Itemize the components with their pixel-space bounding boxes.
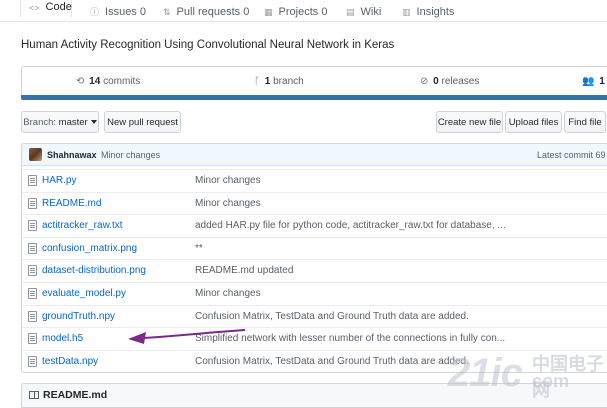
people-icon: 👥 — [582, 76, 595, 87]
numbers-summary: ⟲ 14 commits ᚴ 1 branch ⊘ 0 releases 👥 1… — [21, 66, 607, 96]
code-icon: <> — [29, 3, 40, 13]
upload-files-button[interactable]: Upload files — [505, 111, 562, 133]
file-commit-message[interactable]: Minor changes — [195, 198, 261, 209]
file-icon — [28, 175, 37, 186]
contributors-count: 1 — [599, 76, 605, 87]
branches-link[interactable]: ᚴ 1 branch — [254, 76, 304, 87]
file-table: Shahnawax Minor changes Latest commit 69… — [21, 143, 607, 373]
contributors-link[interactable]: 👥 1 c — [582, 76, 607, 87]
tab-insights-label: Insights — [416, 6, 455, 18]
file-commit-message[interactable]: added HAR.py file for python code, actit… — [195, 220, 506, 231]
file-icon — [28, 220, 37, 232]
tab-pull-requests-label: Pull requests — [176, 6, 241, 18]
latest-commit-label[interactable]: Latest commit 69 — [537, 150, 606, 160]
history-icon: ⟲ — [76, 76, 85, 87]
file-name[interactable]: HAR.py — [42, 175, 76, 186]
file-row: model.h5 Simplified network with lesser … — [22, 327, 607, 350]
file-name[interactable]: dataset-distribution.png — [42, 265, 146, 276]
readme-title[interactable]: README.md — [43, 389, 107, 401]
tab-insights[interactable]: ▥ Insights — [402, 0, 454, 22]
commits-link[interactable]: ⟲ 14 commits — [76, 76, 140, 87]
commits-label: commits — [103, 76, 141, 87]
tab-code[interactable]: <> Code — [20, 0, 72, 18]
pull-request-icon: ⇅ — [163, 7, 171, 17]
file-row: README.md Minor changes — [22, 191, 607, 215]
file-icon — [28, 288, 37, 299]
file-name[interactable]: groundTruth.npy — [42, 311, 115, 322]
project-icon: ▦ — [264, 7, 273, 17]
commit-author[interactable]: Shahnawax — [47, 150, 97, 160]
file-name[interactable]: confusion_matrix.png — [42, 243, 137, 254]
issue-icon: ⓘ — [90, 7, 100, 17]
file-icon — [28, 265, 37, 277]
new-pull-request-button[interactable]: New pull request — [104, 111, 181, 133]
file-name[interactable]: model.h5 — [42, 333, 83, 344]
branch-name: master — [58, 116, 88, 128]
commits-count: 14 — [89, 76, 101, 87]
tab-code-label: Code — [45, 1, 72, 13]
file-row: testData.npy Confusion Matrix, TestData … — [22, 349, 607, 372]
file-commit-message[interactable]: README.md updated — [195, 265, 293, 276]
file-icon — [28, 197, 37, 209]
caret-down-icon — [90, 120, 97, 124]
repo-description: Human Activity Recognition Using Convolu… — [21, 39, 395, 51]
file-row: actitracker_raw.txt added HAR.py file fo… — [22, 214, 607, 237]
releases-count: 0 — [433, 76, 439, 87]
file-row: groundTruth.npy Confusion Matrix, TestDa… — [22, 304, 607, 328]
readme-header: README.md — [21, 383, 607, 408]
tab-wiki-label: Wiki — [360, 6, 382, 18]
file-row: HAR.py Minor changes — [22, 169, 607, 192]
tab-projects-label: Projects — [278, 6, 319, 18]
latest-commit-bar: Shahnawax Minor changes Latest commit 69 — [22, 144, 607, 166]
file-icon — [28, 355, 37, 367]
file-name[interactable]: actitracker_raw.txt — [42, 220, 123, 231]
book-icon: ▤ — [346, 7, 355, 17]
create-new-file-button[interactable]: Create new file — [436, 111, 503, 133]
file-icon — [28, 242, 37, 254]
book-icon — [29, 391, 39, 399]
releases-label: releases — [441, 76, 480, 87]
file-commit-message[interactable]: Simplified network with lesser number of… — [195, 333, 505, 344]
branch-label: branch — [273, 76, 304, 87]
tab-projects[interactable]: ▦ Projects 0 — [264, 0, 327, 22]
file-row: dataset-distribution.png README.md updat… — [22, 259, 607, 282]
file-commit-message[interactable]: Confusion Matrix, TestData and Ground Tr… — [195, 311, 469, 322]
file-name[interactable]: testData.npy — [42, 356, 98, 367]
file-commit-message[interactable]: Minor changes — [195, 175, 261, 186]
tab-pull-requests-count: 0 — [243, 6, 250, 18]
tab-issues-count: 0 — [139, 6, 146, 18]
branch-icon: ᚴ — [254, 76, 260, 87]
tag-icon: ⊘ — [420, 76, 429, 87]
tab-pull-requests[interactable]: ⇅ Pull requests 0 — [163, 0, 249, 22]
commit-author-line: Shahnawax Minor changes — [47, 150, 160, 160]
commit-message[interactable]: Minor changes — [101, 150, 160, 160]
tab-issues[interactable]: ⓘ Issues 0 — [90, 0, 146, 22]
file-icon — [28, 310, 37, 322]
file-name[interactable]: evaluate_model.py — [42, 288, 126, 299]
graph-icon: ▥ — [402, 7, 411, 17]
tab-projects-count: 0 — [321, 6, 328, 18]
file-icon — [28, 333, 37, 345]
branch-select-button[interactable]: Branch: master — [21, 111, 99, 133]
file-commit-message[interactable]: ** — [195, 243, 203, 254]
find-file-button[interactable]: Find file — [564, 111, 606, 133]
language-bar[interactable] — [21, 95, 607, 100]
file-commit-message[interactable]: Minor changes — [195, 288, 261, 299]
tab-wiki[interactable]: ▤ Wiki — [346, 0, 381, 22]
releases-link[interactable]: ⊘ 0 releases — [420, 76, 479, 87]
file-row: evaluate_model.py Minor changes — [22, 282, 607, 305]
branch-prefix: Branch: — [23, 116, 57, 128]
file-name[interactable]: README.md — [42, 198, 101, 209]
file-commit-message[interactable]: Confusion Matrix, TestData and Ground Tr… — [195, 356, 469, 367]
tab-issues-label: Issues — [105, 6, 137, 18]
branch-count: 1 — [264, 76, 271, 87]
repo-nav-tabs: <> Code ⓘ Issues 0 ⇅ Pull requests 0 ▦ P… — [0, 0, 607, 22]
file-row: confusion_matrix.png ** — [22, 236, 607, 260]
avatar[interactable] — [29, 148, 42, 161]
